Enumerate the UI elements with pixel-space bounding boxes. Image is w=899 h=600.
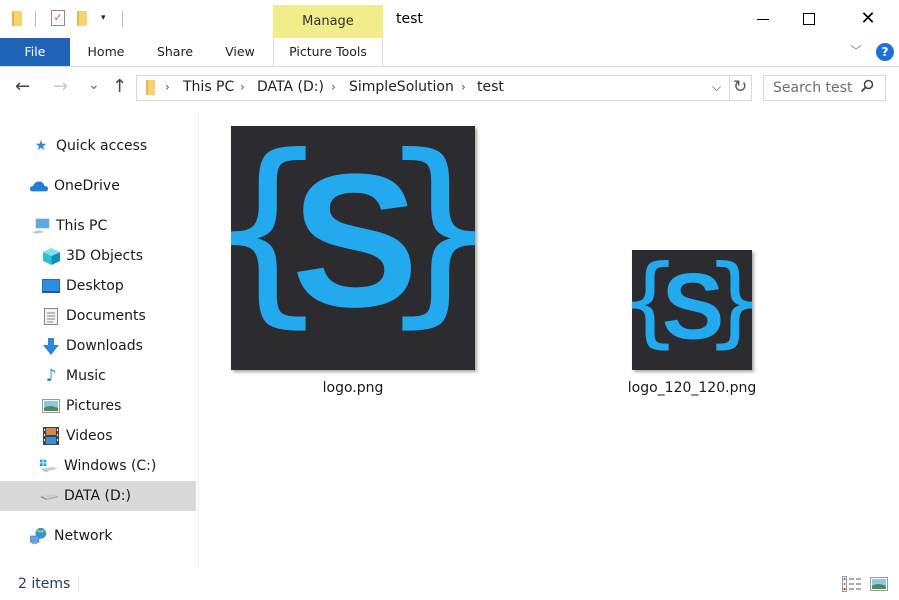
- sidebar-item-this-pc[interactable]: This PC: [0, 211, 196, 241]
- cloud-icon: [30, 178, 48, 194]
- sidebar-item-pictures[interactable]: Pictures: [0, 391, 196, 421]
- sidebar-item-label: Documents: [66, 308, 146, 324]
- forward-button[interactable]: →: [53, 77, 68, 97]
- logo-image: { S }: [231, 126, 475, 347]
- music-icon: ♪: [45, 366, 57, 386]
- network-icon: [30, 527, 48, 545]
- breadcrumb-test[interactable]: test: [477, 79, 504, 95]
- sidebar-item-label: Downloads: [66, 338, 143, 354]
- sidebar-item-label: 3D Objects: [66, 248, 144, 264]
- status-divider: [78, 576, 79, 592]
- new-folder-icon[interactable]: [77, 11, 87, 26]
- refresh-divider: [729, 76, 730, 100]
- large-icons-view-button[interactable]: [870, 577, 888, 594]
- navigation-pane: ★ Quick access OneDrive This PC 3D Objec…: [0, 131, 196, 551]
- sidebar-item-label: Network: [54, 528, 113, 544]
- picture-icon: [42, 398, 60, 414]
- file-item[interactable]: { S } logo_120_120.png: [628, 250, 756, 396]
- computer-icon: [32, 218, 50, 234]
- close-button[interactable]: ✕: [845, 0, 891, 38]
- breadcrumb-simplesolution[interactable]: SimpleSolution: [349, 79, 454, 95]
- tab-home[interactable]: Home: [80, 38, 132, 66]
- logo-image: { S }: [632, 250, 752, 359]
- breadcrumb-separator: ›: [240, 80, 245, 94]
- sidebar-item-label: OneDrive: [54, 178, 120, 194]
- sidebar-item-videos[interactable]: Videos: [0, 421, 196, 451]
- sidebar-item-label: Pictures: [66, 398, 122, 414]
- breadcrumb-separator: ›: [461, 80, 466, 94]
- sidebar-item-quick-access[interactable]: ★ Quick access: [0, 131, 196, 161]
- desktop-icon: [42, 278, 60, 294]
- sidebar-item-data-d[interactable]: DATA (D:): [0, 481, 196, 511]
- window-title: test: [396, 11, 423, 27]
- item-count: 2 items: [18, 576, 71, 592]
- recent-locations-button[interactable]: ⌄: [88, 75, 100, 95]
- sidebar-item-label: Videos: [66, 428, 113, 444]
- details-view-button[interactable]: [842, 576, 862, 595]
- sidebar-item-3d-objects[interactable]: 3D Objects: [0, 241, 196, 271]
- file-name: logo.png: [322, 380, 384, 396]
- breadcrumb-data-d[interactable]: DATA (D:): [257, 79, 324, 95]
- tab-share[interactable]: Share: [148, 38, 202, 66]
- logo-right-brace: }: [704, 250, 752, 359]
- windows-drive-icon: [40, 458, 58, 474]
- search-icon[interactable]: [860, 79, 874, 97]
- close-icon: ✕: [860, 8, 876, 29]
- address-dropdown-icon[interactable]: ⌵: [712, 80, 721, 95]
- minimize-icon: [757, 18, 769, 20]
- expand-ribbon-icon[interactable]: ﹀: [850, 42, 862, 59]
- sidebar-item-network[interactable]: Network: [0, 521, 196, 551]
- sidebar-item-music[interactable]: ♪ Music: [0, 361, 196, 391]
- toolbar-divider: [122, 11, 123, 27]
- ribbon-divider: [0, 66, 899, 67]
- sidebar-item-desktop[interactable]: Desktop: [0, 271, 196, 301]
- help-icon[interactable]: ?: [876, 43, 894, 61]
- folder-icon[interactable]: [12, 11, 22, 26]
- toolbar-divider: [35, 11, 36, 27]
- maximize-icon: [803, 13, 815, 25]
- search-placeholder: Search test: [773, 80, 853, 96]
- back-button[interactable]: ←: [15, 77, 30, 97]
- details-view-icon: [842, 576, 861, 592]
- document-icon: [42, 307, 60, 325]
- cube-icon: [42, 247, 60, 265]
- sidebar-item-onedrive[interactable]: OneDrive: [0, 171, 196, 201]
- drive-icon: [40, 488, 58, 504]
- sidebar-item-label: Music: [66, 368, 106, 384]
- sidebar-item-downloads[interactable]: Downloads: [0, 331, 196, 361]
- sidebar-item-windows-c[interactable]: Windows (C:): [0, 451, 196, 481]
- up-button[interactable]: ↑: [112, 77, 127, 97]
- download-icon: [42, 337, 60, 355]
- tab-view[interactable]: View: [218, 38, 262, 66]
- logo-right-brace: }: [377, 126, 475, 346]
- breadcrumb-this-pc[interactable]: This PC: [183, 79, 234, 95]
- sidebar-item-label: Windows (C:): [64, 458, 157, 474]
- image-thumbnail[interactable]: { S }: [632, 250, 752, 370]
- sidebar-item-label: Quick access: [56, 138, 148, 154]
- sidebar-item-label: Desktop: [66, 278, 124, 294]
- file-name: logo_120_120.png: [627, 380, 757, 396]
- video-icon: [42, 427, 60, 445]
- tab-file[interactable]: File: [0, 38, 70, 66]
- manage-tab[interactable]: Manage: [273, 5, 383, 38]
- customize-dropdown-icon[interactable]: ▾: [101, 13, 106, 23]
- sidebar-item-documents[interactable]: Documents: [0, 301, 196, 331]
- sidebar-item-label: This PC: [56, 218, 108, 234]
- maximize-button[interactable]: [786, 0, 832, 38]
- refresh-icon[interactable]: ↻: [733, 77, 747, 97]
- image-thumbnail[interactable]: { S }: [231, 126, 475, 370]
- breadcrumb-separator: ›: [165, 80, 170, 94]
- sidebar-item-label: DATA (D:): [64, 488, 131, 504]
- large-icons-view-icon: [870, 577, 888, 591]
- pane-divider: [198, 112, 199, 567]
- minimize-button[interactable]: [740, 0, 786, 38]
- properties-icon[interactable]: ✓: [51, 10, 65, 26]
- tab-picture-tools[interactable]: Picture Tools: [273, 38, 383, 66]
- file-item[interactable]: { S } logo.png: [231, 126, 475, 396]
- star-icon: ★: [34, 138, 48, 154]
- folder-icon: [146, 80, 155, 95]
- breadcrumb-separator: ›: [331, 80, 336, 94]
